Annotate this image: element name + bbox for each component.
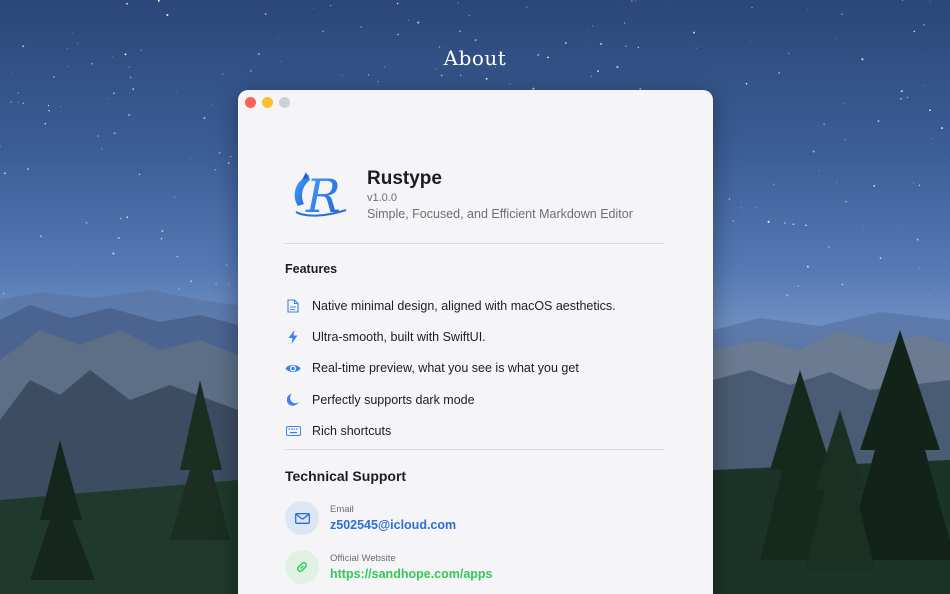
page-title: About — [443, 46, 507, 70]
window-controls — [245, 97, 290, 108]
document-icon — [285, 298, 301, 314]
divider — [285, 449, 665, 450]
app-header: R Rustype v1.0.0 Simple, Focused, and Ef… — [288, 166, 633, 222]
link-icon — [285, 550, 319, 584]
about-window: R Rustype v1.0.0 Simple, Focused, and Ef… — [238, 90, 713, 594]
feature-label: Native minimal design, aligned with macO… — [312, 298, 616, 313]
app-logo-icon: R — [294, 169, 347, 222]
app-name: Rustype — [367, 168, 442, 189]
list-item: Rich shortcuts — [285, 416, 665, 447]
eye-icon — [285, 360, 301, 376]
bolt-icon — [285, 329, 301, 345]
features-title: Features — [285, 262, 338, 276]
email-link[interactable]: z502545@icloud.com — [330, 518, 456, 532]
feature-label: Real-time preview, what you see is what … — [312, 361, 579, 376]
website-label: Official Website — [330, 553, 396, 564]
feature-label: Perfectly supports dark mode — [312, 392, 475, 407]
divider — [285, 243, 665, 244]
list-item: Perfectly supports dark mode — [285, 384, 665, 415]
features-list: Native minimal design, aligned with macO… — [285, 290, 665, 447]
minimize-window-button[interactable] — [262, 97, 273, 108]
website-contact[interactable]: Official Website https://sandhope.com/ap… — [285, 550, 493, 584]
feature-label: Rich shortcuts — [312, 424, 392, 439]
website-link[interactable]: https://sandhope.com/apps — [330, 567, 493, 581]
zoom-window-button[interactable] — [279, 97, 290, 108]
email-contact[interactable]: Email z502545@icloud.com — [285, 501, 456, 535]
support-title: Technical Support — [285, 468, 407, 484]
envelope-icon — [285, 501, 319, 535]
app-version: v1.0.0 — [367, 192, 397, 204]
keyboard-icon — [285, 423, 301, 439]
email-label: Email — [330, 504, 354, 515]
svg-text:R: R — [305, 169, 341, 222]
app-tagline: Simple, Focused, and Efficient Markdown … — [367, 207, 633, 221]
list-item: Ultra-smooth, built with SwiftUI. — [285, 321, 665, 352]
close-window-button[interactable] — [245, 97, 256, 108]
list-item: Real-time preview, what you see is what … — [285, 353, 665, 384]
list-item: Native minimal design, aligned with macO… — [285, 290, 665, 321]
moon-icon — [285, 392, 301, 408]
feature-label: Ultra-smooth, built with SwiftUI. — [312, 330, 486, 345]
